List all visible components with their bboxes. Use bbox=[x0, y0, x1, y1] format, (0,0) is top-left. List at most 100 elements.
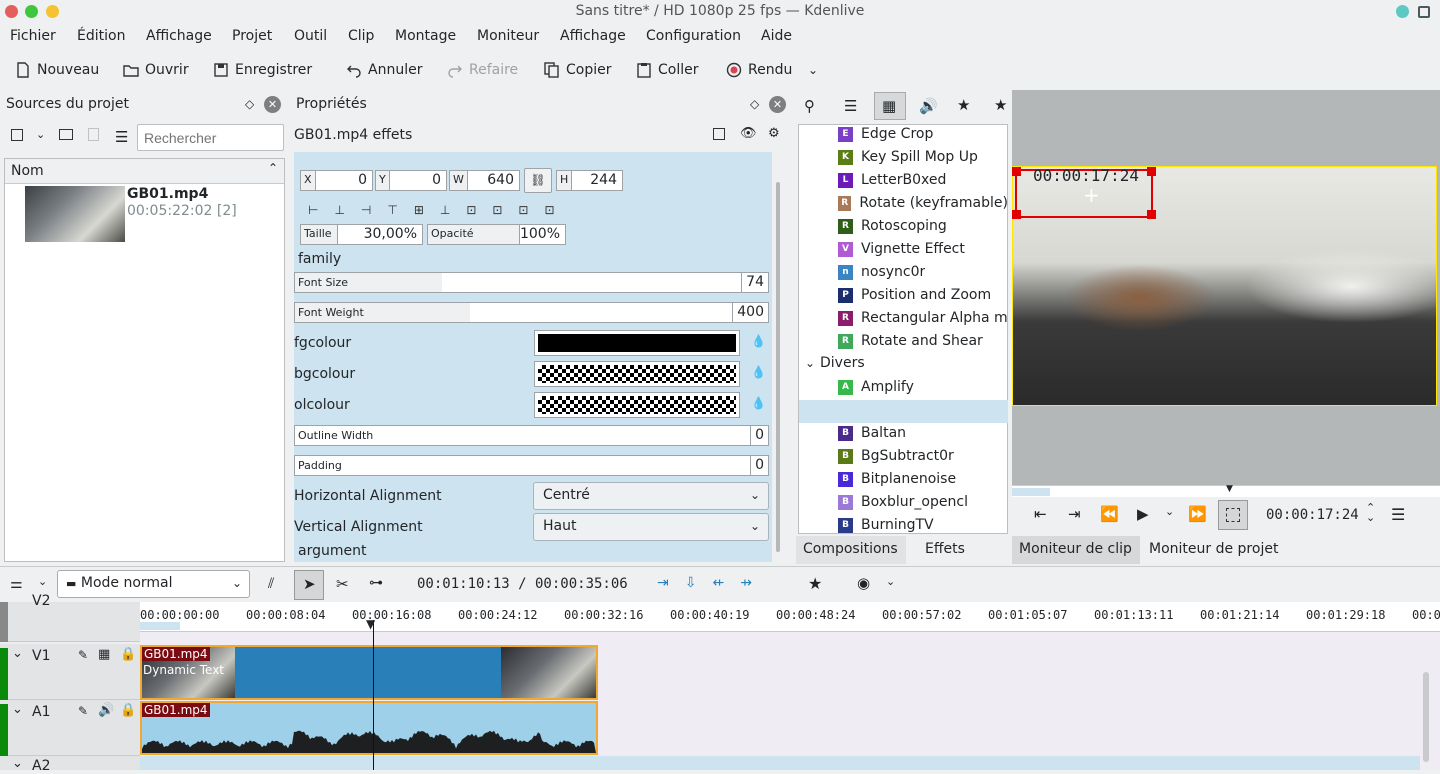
favorite-star-icon[interactable]: ★ bbox=[808, 574, 822, 593]
render-button[interactable]: Rendu bbox=[726, 56, 792, 84]
effect-item[interactable]: K Key Spill Mop Up bbox=[838, 146, 978, 168]
edit-mode-select[interactable]: ▬ Mode normal ⌄ bbox=[57, 570, 250, 598]
track-v1-active[interactable] bbox=[0, 648, 8, 700]
add-clip-dropdown[interactable]: ⌄ bbox=[36, 128, 45, 141]
lock-icon[interactable]: 🔒 bbox=[120, 647, 136, 662]
list-icon[interactable]: ☰ bbox=[844, 97, 857, 115]
undo-button[interactable]: Annuler bbox=[346, 56, 422, 84]
insert-overwrite-icons[interactable]: ⇥⇩⇷⇸ bbox=[657, 575, 768, 591]
effects-group-divers[interactable]: Divers bbox=[820, 355, 865, 371]
color-picker-icon[interactable]: 💧 bbox=[751, 396, 766, 410]
opacity-field[interactable]: Opacité 100% bbox=[427, 224, 566, 245]
handle-tr[interactable] bbox=[1147, 167, 1156, 176]
playhead-marker[interactable]: ▼ bbox=[366, 617, 375, 631]
tab-compositions[interactable]: Compositions bbox=[796, 536, 906, 564]
play-options-dropdown[interactable]: ⌄ bbox=[1165, 505, 1174, 518]
track-a2-header[interactable]: ⌄ A2 bbox=[0, 756, 140, 774]
color-picker-icon[interactable]: 💧 bbox=[751, 334, 766, 348]
tab-clip-monitor[interactable]: Moniteur de clip bbox=[1012, 536, 1140, 564]
audio-icon[interactable]: 🔊 bbox=[919, 97, 938, 115]
chevron-down-icon[interactable]: ⌄ bbox=[805, 356, 815, 370]
effect-item[interactable]: R Rectangular Alpha m bbox=[838, 307, 1008, 329]
outline-width-slider[interactable]: Outline Width 0 bbox=[294, 425, 769, 446]
film-icon[interactable]: ▦ bbox=[98, 647, 110, 662]
tab-effets[interactable]: Effets bbox=[918, 536, 972, 564]
effects-wand-icon[interactable]: ✎ bbox=[78, 704, 88, 718]
h-field[interactable]: H 244 bbox=[556, 170, 623, 191]
track-a1-active[interactable] bbox=[0, 704, 8, 756]
save-button[interactable]: Enregistrer bbox=[213, 56, 312, 84]
delete-icon[interactable] bbox=[88, 128, 99, 141]
font-size-slider[interactable]: Font Size 74 bbox=[294, 272, 769, 293]
razor-effects-icon[interactable]: ⫽ bbox=[268, 576, 274, 592]
spacer-icon[interactable]: ⊶ bbox=[369, 575, 383, 591]
split-view-icon[interactable] bbox=[713, 128, 725, 140]
speaker-icon[interactable]: 🔊 bbox=[98, 703, 114, 718]
open-button[interactable]: Ouvrir bbox=[123, 56, 189, 84]
handle-tl[interactable] bbox=[1012, 167, 1021, 176]
effects-wand-icon[interactable]: ✎ bbox=[78, 648, 88, 662]
clip-monitor[interactable]: 00:00:17:24 + bbox=[1012, 90, 1440, 485]
tab-project-monitor[interactable]: Moniteur de projet bbox=[1142, 536, 1286, 564]
track-v1-header[interactable]: ⌄ V1 ✎ ▦ 🔒 bbox=[0, 644, 140, 700]
effect-item[interactable]: A Amplify bbox=[838, 376, 914, 398]
custom-effects-icon[interactable]: ★ bbox=[957, 96, 970, 114]
float-panel-icon[interactable]: ◇ bbox=[750, 97, 759, 111]
track-settings-dropdown[interactable]: ⌄ bbox=[38, 575, 47, 588]
lock-ratio-button[interactable]: ⛓ bbox=[524, 168, 552, 193]
align-buttons[interactable]: ⊢⊥⊣⊤⊞⊥⊡⊡⊡⊡ bbox=[308, 203, 571, 217]
effect-item[interactable]: V Vignette Effect bbox=[838, 238, 965, 260]
menu-moniteur[interactable]: Moniteur bbox=[477, 28, 539, 44]
handle-br[interactable] bbox=[1147, 210, 1156, 219]
timeline-playhead[interactable] bbox=[373, 620, 374, 770]
effect-item[interactable]: R Rotate and Shear bbox=[838, 330, 983, 352]
redo-button[interactable]: Refaire bbox=[447, 56, 518, 84]
menu-fichier[interactable]: Fichier bbox=[10, 28, 56, 44]
eye-icon[interactable]: 👁 bbox=[740, 126, 757, 141]
set-in-icon[interactable]: ⇤ bbox=[1034, 505, 1047, 523]
fgcolour-swatch[interactable] bbox=[534, 330, 740, 356]
monitor-menu-icon[interactable]: ☰ bbox=[1391, 505, 1405, 524]
halign-select[interactable]: Centré ⌄ bbox=[533, 482, 769, 510]
handle-bl[interactable] bbox=[1012, 210, 1021, 219]
record-dropdown[interactable]: ⌄ bbox=[886, 575, 895, 588]
column-header[interactable]: Nom ⌃ bbox=[5, 159, 284, 184]
menu-icon[interactable]: ☰ bbox=[115, 128, 128, 146]
razor-icon[interactable]: ✂ bbox=[336, 575, 349, 593]
bgcolour-swatch[interactable] bbox=[534, 361, 740, 387]
effect-item[interactable]: B BurningTV bbox=[838, 514, 934, 536]
add-clip-icon[interactable] bbox=[11, 129, 23, 141]
olcolour-swatch[interactable] bbox=[534, 392, 740, 418]
valign-select[interactable]: Haut ⌄ bbox=[533, 513, 769, 541]
timecode-spinner[interactable]: ⌃ ⌄ bbox=[1366, 502, 1375, 523]
lock-icon[interactable]: 🔒 bbox=[120, 703, 136, 718]
menu-aide[interactable]: Aide bbox=[761, 28, 792, 44]
menu-outil[interactable]: Outil bbox=[294, 28, 327, 44]
effect-item[interactable]: P Position and Zoom bbox=[838, 284, 991, 306]
menu-affichage-2[interactable]: Affichage bbox=[560, 28, 626, 44]
track-a1-header[interactable]: ⌄ A1 ✎ 🔊 🔒 bbox=[0, 700, 140, 756]
effect-item[interactable]: B Baltan bbox=[838, 422, 906, 444]
y-field[interactable]: Y0 bbox=[375, 170, 447, 191]
search-input[interactable] bbox=[137, 124, 284, 151]
font-weight-slider[interactable]: Font Weight 400 bbox=[294, 302, 769, 323]
menu-configuration[interactable]: Configuration bbox=[646, 28, 741, 44]
effect-item[interactable]: E Edge Crop bbox=[838, 123, 933, 145]
padding-slider[interactable]: Padding 0 bbox=[294, 455, 769, 476]
chevron-down-icon[interactable]: ⌄ bbox=[12, 702, 23, 717]
new-button[interactable]: Nouveau bbox=[15, 56, 99, 84]
effect-item[interactable]: B BgSubtract0r bbox=[838, 445, 954, 467]
menu-projet[interactable]: Projet bbox=[232, 28, 272, 44]
paste-button[interactable]: Coller bbox=[636, 56, 699, 84]
menu-clip[interactable]: Clip bbox=[348, 28, 374, 44]
menu-affichage[interactable]: Affichage bbox=[146, 28, 212, 44]
x-field[interactable]: X0 bbox=[300, 170, 373, 191]
set-out-icon[interactable]: ⇥ bbox=[1068, 505, 1081, 523]
rewind-icon[interactable]: ⏪ bbox=[1100, 505, 1119, 523]
play-icon[interactable]: ▶ bbox=[1137, 505, 1149, 523]
w-field[interactable]: W 640 bbox=[449, 170, 520, 191]
effect-item[interactable]: R Rotoscoping bbox=[838, 215, 947, 237]
track-v2-active[interactable] bbox=[0, 602, 8, 642]
video-effects-tab[interactable]: ▦ bbox=[874, 92, 906, 120]
chevron-down-icon[interactable]: ⌄ bbox=[12, 646, 23, 661]
